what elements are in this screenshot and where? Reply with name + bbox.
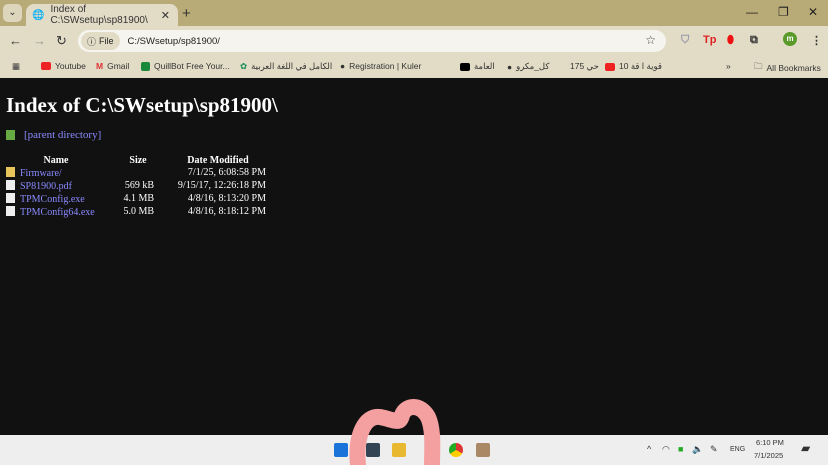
parent-directory-link[interactable]: [parent directory] — [6, 129, 101, 141]
file-link[interactable]: TPMConfig64.exe — [20, 207, 95, 218]
bookmarks-bar: ▦ Youtube M Gmail QuillBot Free Your... ✿… — [0, 56, 828, 78]
youtube-icon — [605, 62, 615, 71]
file-size: 569 kB — [124, 180, 154, 191]
url-text[interactable]: C:/SWsetup/sp81900/ — [128, 36, 220, 47]
menu-kebab-icon[interactable]: ⋮ — [811, 34, 822, 47]
extensions-puzzle-icon[interactable]: ⧉ — [750, 34, 758, 47]
bookmark-icon — [460, 62, 470, 71]
globe-icon: 🌐 — [32, 9, 45, 21]
file-icon — [6, 179, 15, 190]
back-button[interactable]: ← — [9, 33, 22, 48]
file-icon — [6, 192, 15, 203]
reload-button[interactable]: ↻ — [56, 33, 67, 49]
folder-icon — [6, 166, 15, 177]
close-window-button[interactable]: ✕ — [808, 5, 818, 19]
gmail-icon: M — [96, 61, 104, 71]
bookmark-icon: ✿ — [240, 61, 248, 71]
bookmark-arabic-3[interactable]: ● كل_مكرو — [507, 61, 549, 72]
file-date: 4/8/16, 8:13:20 PM — [187, 193, 266, 204]
title-bar: ⌄ 🌐 Index of C:\SWsetup\sp81900\ ✕ + — ❐… — [0, 0, 828, 26]
more-bookmarks-button[interactable]: » — [726, 61, 731, 71]
globe-icon: ● — [340, 61, 346, 71]
file-link[interactable]: SP81900.pdf — [20, 181, 72, 192]
file-date: 7/1/25, 6:08:58 PM — [187, 167, 266, 178]
page-title: Index of C:\SWsetup\sp81900\ — [6, 93, 278, 117]
volume-icon[interactable]: 🔈 — [692, 444, 703, 455]
folder-icon: 🗀 — [754, 61, 763, 71]
tab-active[interactable]: 🌐 Index of C:\SWsetup\sp81900\ ✕ — [26, 4, 178, 26]
bookmark-arabic-2[interactable]: العامة — [460, 61, 495, 72]
file-link[interactable]: Firmware/ — [20, 168, 62, 179]
file-date: 9/15/17, 12:26:18 PM — [177, 180, 266, 191]
tp-extension-icon[interactable]: Tp — [703, 34, 716, 46]
taskbar-app-icon[interactable] — [476, 443, 490, 457]
network-icon[interactable]: ◠ — [662, 444, 670, 455]
new-tab-button[interactable]: + — [182, 5, 191, 22]
apps-grid-icon[interactable]: ▦ — [12, 61, 20, 72]
tab-search-button[interactable]: ⌄ — [3, 4, 22, 22]
table-row: SP81900.pdf 569 kB 9/15/17, 12:26:18 PM — [4, 179, 268, 192]
chrome-icon[interactable] — [449, 443, 463, 457]
bookmark-star-icon[interactable]: ☆ — [645, 33, 656, 47]
notification-icon[interactable]: ▰ — [801, 441, 810, 455]
bookmark-arabic-5[interactable]: 10 قوية ا قة — [605, 61, 662, 72]
column-name[interactable]: Name — [4, 154, 108, 166]
security-icon[interactable]: ■ — [678, 444, 683, 454]
file-size: 5.0 MB — [123, 206, 154, 217]
bookmark-kuler[interactable]: ● Registration | Kuler — [340, 61, 421, 71]
clock-time[interactable]: 6:10 PM — [756, 438, 784, 447]
file-size — [108, 166, 168, 179]
close-tab-icon[interactable]: ✕ — [161, 9, 170, 22]
profile-avatar[interactable]: m — [783, 32, 797, 46]
tray-overflow-icon[interactable]: ^ — [647, 444, 651, 454]
file-listing: Name Size Date Modified Firmware/7/1/25,… — [4, 154, 268, 218]
youtube-icon — [41, 62, 51, 70]
file-date: 4/8/16, 8:18:12 PM — [187, 206, 266, 217]
all-bookmarks[interactable]: 🗀 All Bookmarks — [754, 61, 821, 75]
table-row: TPMConfig64.exe 5.0 MB 4/8/16, 8:18:12 PM — [4, 205, 268, 218]
up-folder-icon — [6, 130, 15, 140]
file-link[interactable]: TPMConfig.exe — [20, 194, 85, 205]
minimize-button[interactable]: — — [746, 5, 758, 19]
bookmark-quillbot[interactable]: QuillBot Free Your... — [141, 61, 230, 71]
tab-title: Index of C:\SWsetup\sp81900\ — [50, 4, 148, 26]
file-icon — [6, 205, 15, 216]
quillbot-icon — [141, 61, 150, 71]
bookmark-arabic-1[interactable]: ✿ الكامل في اللغة العربية — [240, 61, 332, 72]
bookmark-youtube[interactable]: Youtube — [41, 61, 86, 71]
column-date[interactable]: Date Modified — [168, 154, 268, 166]
site-info-chip[interactable]: ⓘ File — [81, 32, 120, 50]
address-bar[interactable]: ⓘ File C:/SWsetup/sp81900/ ☆ — [78, 30, 666, 52]
opera-extension-icon[interactable]: ⬮ — [727, 34, 734, 47]
toolbar: ← → ↻ ⓘ File C:/SWsetup/sp81900/ ☆ ⛉ Tp ⬮… — [0, 26, 828, 56]
column-size[interactable]: Size — [108, 154, 168, 166]
bookmark-gmail[interactable]: M Gmail — [96, 61, 129, 71]
info-icon: ⓘ — [87, 36, 97, 47]
file-size: 4.1 MB — [123, 193, 154, 204]
shield-extension-icon[interactable]: ⛉ — [681, 34, 689, 47]
clock-date[interactable]: 7/1/2025 — [754, 451, 783, 460]
restore-button[interactable]: ❐ — [778, 5, 789, 19]
table-row: Firmware/7/1/25, 6:08:58 PM — [4, 166, 268, 179]
language-indicator[interactable]: ENG — [730, 446, 745, 453]
globe-icon: ● — [507, 61, 513, 72]
pen-icon[interactable]: ✎ — [710, 444, 718, 455]
forward-button[interactable]: → — [33, 33, 46, 48]
bookmark-arabic-4[interactable]: حي 175 — [570, 61, 599, 72]
table-row: TPMConfig.exe 4.1 MB 4/8/16, 8:13:20 PM — [4, 192, 268, 205]
pink-scribble-annotation — [349, 399, 441, 465]
